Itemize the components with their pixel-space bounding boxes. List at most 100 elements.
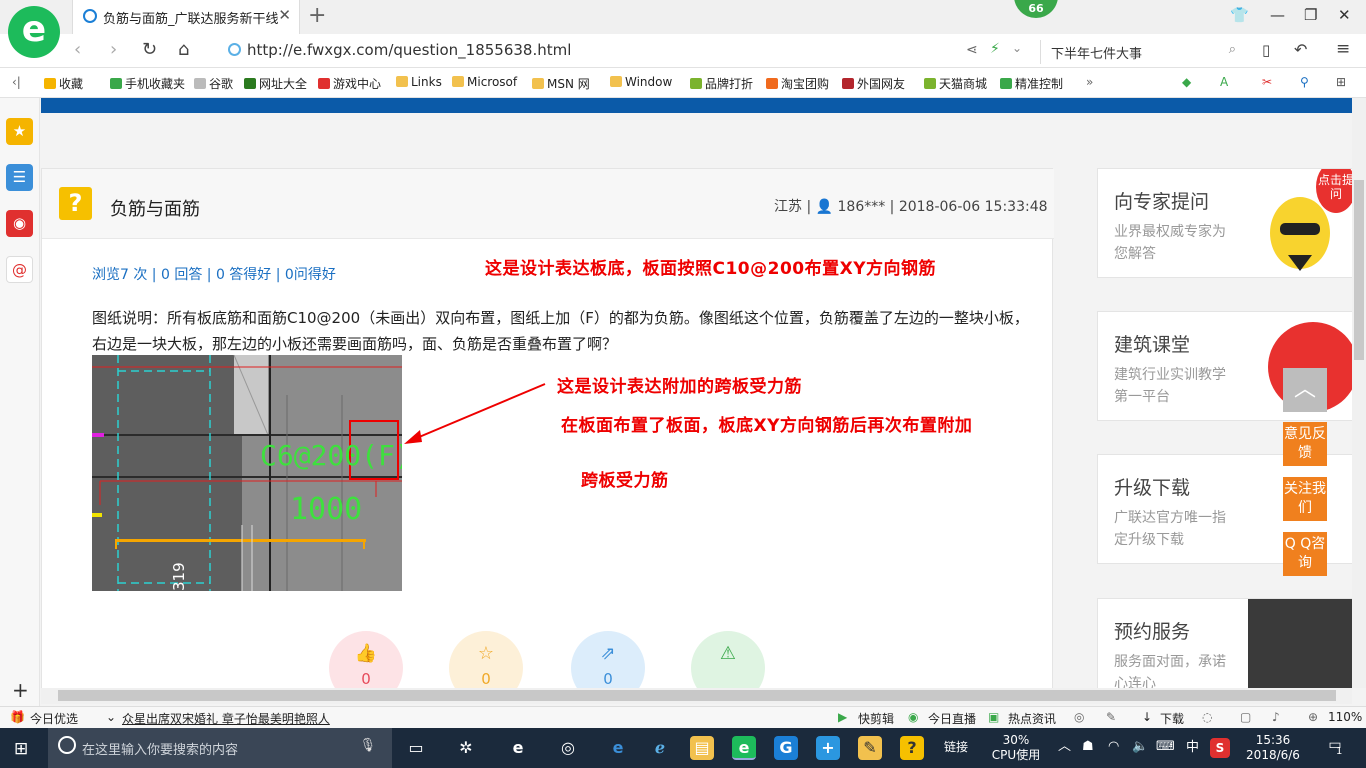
bookmark-item[interactable]: Microsof	[452, 75, 517, 89]
translate-icon[interactable]: A	[1220, 75, 1228, 89]
glodon-g-icon[interactable]: G	[774, 736, 798, 760]
bookmark-item[interactable]: MSN 网	[532, 75, 590, 92]
new-tab-button[interactable]: +	[308, 3, 326, 28]
news-ticker[interactable]: 众星出席双宋婚礼 章子怡最美明艳照人	[122, 710, 330, 727]
microphone-icon[interactable]: 🎙	[359, 738, 376, 753]
speed-icon[interactable]: ◎	[1074, 710, 1084, 724]
quick-clip[interactable]: 快剪辑	[858, 710, 894, 727]
notes-app-icon[interactable]: ✎	[858, 736, 882, 760]
people-icon[interactable]: ☗	[1082, 739, 1094, 754]
bookmark-item[interactable]: 游戏中心	[318, 75, 381, 92]
sound-icon[interactable]: ♪	[1272, 710, 1280, 724]
scissors-icon[interactable]: ✂	[1262, 75, 1272, 89]
question-stats[interactable]: 浏览7 次 | 0 回答 | 0 答得好 | 0问得好	[92, 264, 336, 284]
magnifier-icon[interactable]: ⚲	[1300, 75, 1309, 89]
minimize-icon[interactable]: —	[1270, 6, 1285, 24]
browser-e-icon[interactable]: e	[506, 736, 530, 760]
cad-drawing-image[interactable]: C6@200(F) 1000 319	[92, 355, 402, 591]
weibo-icon[interactable]: ◉	[6, 210, 33, 237]
vertical-scroll-thumb[interactable]	[1354, 180, 1364, 360]
like-button[interactable]: 👍 0	[329, 631, 403, 688]
volume-icon[interactable]: 🔈	[1132, 739, 1148, 754]
tray-expand-icon[interactable]: ︿	[1058, 739, 1071, 754]
mobile-icon[interactable]: ▯	[1262, 41, 1270, 59]
clean-icon[interactable]: ◌	[1202, 710, 1212, 724]
bookmark-item[interactable]: 品牌打折	[690, 75, 753, 92]
puzzle-icon[interactable]: ✎	[1106, 710, 1116, 724]
search-icon[interactable]: ⌕	[1229, 42, 1236, 57]
clock[interactable]: 15:36 2018/6/6	[1240, 733, 1306, 763]
bookmark-item[interactable]: Window	[610, 75, 672, 89]
tab-close-icon[interactable]: ✕	[278, 6, 291, 24]
report-button[interactable]: ⚠	[691, 631, 765, 688]
browser-logo-icon[interactable]: e	[8, 6, 60, 58]
browser-360-icon[interactable]: e	[732, 736, 756, 760]
back-to-top-button[interactable]: ︿	[1283, 368, 1327, 412]
collapse-sidebar-icon[interactable]: ‹|	[12, 75, 21, 89]
expand-icon[interactable]: ⌄	[106, 710, 116, 724]
bookmark-item[interactable]: 外国网友	[842, 75, 905, 92]
booking-service-card[interactable]: 预约服务 服务面对面，承诺心连心	[1097, 598, 1352, 688]
share-page-icon[interactable]: ⋖	[966, 42, 978, 58]
reading-list-icon[interactable]: ☰	[6, 164, 33, 191]
bookmark-item[interactable]: 精准控制	[1000, 75, 1063, 92]
today-picks[interactable]: 今日优选	[30, 710, 78, 727]
favorite-button[interactable]: ☆ 0	[449, 631, 523, 688]
bookmark-item[interactable]: 网址大全	[244, 75, 307, 92]
tab-active[interactable]: 负筋与面筋_广联达服务新干线 ✕	[72, 0, 300, 34]
file-explorer-icon[interactable]: ▤	[690, 736, 714, 760]
mail-icon[interactable]: @	[6, 256, 33, 283]
search-box[interactable]: 下半年七件大事 ⌕	[1040, 40, 1244, 64]
url-dropdown-icon[interactable]: ⌄	[1012, 41, 1022, 55]
wifi-icon[interactable]: ◠	[1108, 739, 1119, 754]
windows-start-icon[interactable]: ⊞	[14, 739, 28, 759]
back-icon[interactable]: ‹	[74, 39, 81, 60]
task-view-icon[interactable]: ▭	[404, 736, 428, 760]
undo-icon[interactable]: ↶	[1294, 40, 1307, 59]
plus-app-icon[interactable]: +	[816, 736, 840, 760]
add-sidebar-icon[interactable]: +	[12, 678, 29, 702]
more-bookmarks-icon[interactable]: »	[1086, 75, 1093, 89]
edge-icon[interactable]: e	[606, 736, 630, 760]
taskbar-search[interactable]: 在这里输入你要搜索的内容 🎙	[48, 728, 392, 768]
ie-icon[interactable]: ℯ	[648, 736, 672, 760]
bookmark-item[interactable]: 谷歌	[194, 75, 233, 92]
home-icon[interactable]: ⌂	[178, 39, 189, 60]
hot-news[interactable]: 热点资讯	[1008, 710, 1056, 727]
zoom-level[interactable]: 110%	[1328, 710, 1362, 724]
shirt-skin-icon[interactable]: 👕	[1230, 6, 1249, 24]
share-button[interactable]: ⇗ 0	[571, 631, 645, 688]
ask-expert-card[interactable]: 向专家提问 业界最权威专家为您解答 点击提问	[1097, 168, 1352, 278]
follow-us-button[interactable]: 关注我们	[1283, 477, 1327, 521]
downloads[interactable]: 下载	[1160, 710, 1184, 727]
help-app-icon[interactable]: ?	[900, 736, 924, 760]
bookmark-item[interactable]: 收藏	[44, 75, 83, 92]
close-window-icon[interactable]: ✕	[1338, 6, 1351, 24]
menu-icon[interactable]: ≡	[1336, 39, 1350, 59]
swirl-app-icon[interactable]: ◎	[556, 736, 580, 760]
favorites-icon[interactable]: ★	[6, 118, 33, 145]
question-icon: ?	[59, 187, 92, 220]
url-field[interactable]: http://e.fwxgx.com/question_1855638.html	[228, 41, 571, 59]
links-toolbar[interactable]: 链接	[944, 740, 968, 755]
bookmark-item[interactable]: 天猫商城	[924, 75, 987, 92]
forward-icon[interactable]: ›	[110, 39, 117, 60]
pinwheel-app-icon[interactable]: ✲	[454, 736, 478, 760]
refresh-icon[interactable]: ↻	[142, 39, 157, 60]
ime-indicator[interactable]: 中	[1186, 740, 1199, 755]
horizontal-scroll-thumb[interactable]	[58, 690, 1336, 701]
qq-consult-button[interactable]: Q Q咨询	[1283, 532, 1327, 576]
apps-icon[interactable]: ⊞	[1336, 75, 1346, 89]
feedback-button[interactable]: 意见反馈	[1283, 422, 1327, 466]
window-icon[interactable]: ▢	[1240, 710, 1251, 724]
bookmark-item[interactable]: 淘宝团购	[766, 75, 829, 92]
action-center-icon[interactable]: ▭ 1	[1324, 738, 1346, 758]
bookmark-item[interactable]: Links	[396, 75, 442, 89]
shield-icon[interactable]: ◆	[1182, 75, 1191, 89]
lightning-icon[interactable]: ⚡	[990, 41, 1000, 57]
today-live[interactable]: 今日直播	[928, 710, 976, 727]
keyboard-icon[interactable]: ⌨	[1156, 739, 1175, 754]
bookmark-item[interactable]: 手机收藏夹	[110, 75, 185, 92]
sogou-ime-icon[interactable]: S	[1210, 738, 1230, 758]
maximize-icon[interactable]: ❐	[1304, 6, 1317, 24]
